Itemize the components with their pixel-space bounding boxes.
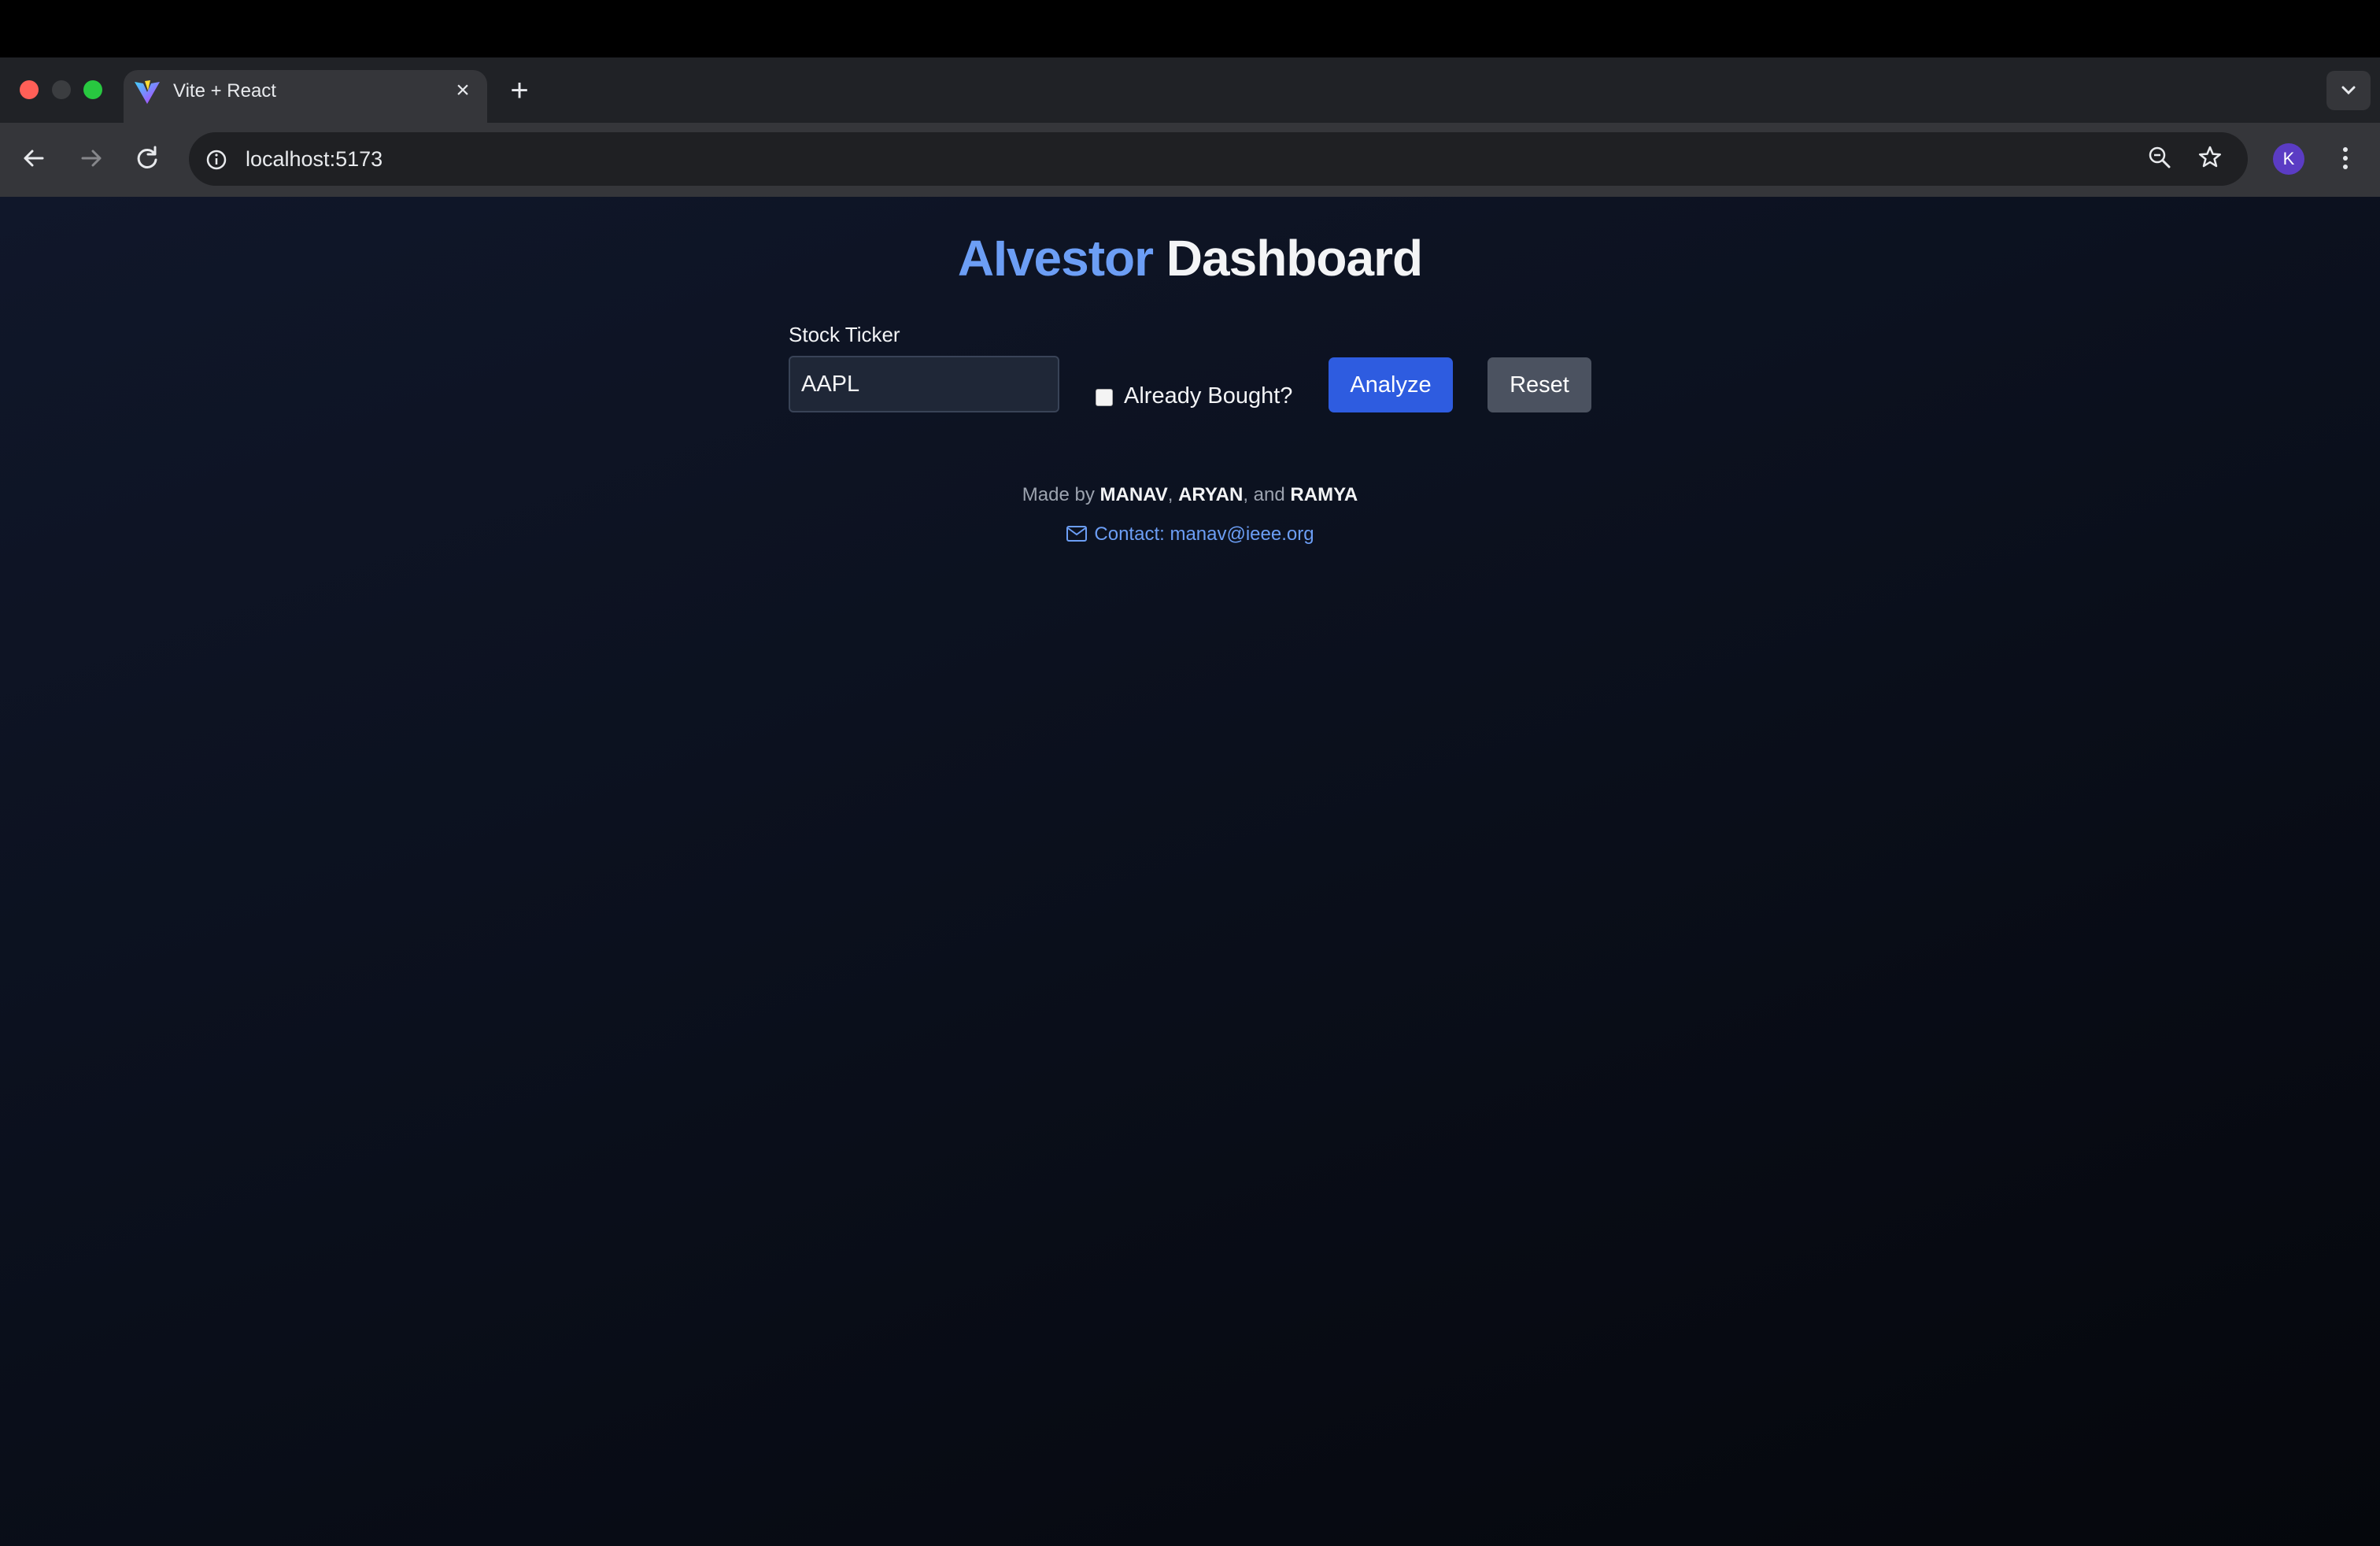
credit-name-ramya: RAMYA xyxy=(1290,484,1358,505)
zoom-out-icon[interactable] xyxy=(2144,142,2175,173)
credits-prefix: Made by xyxy=(1022,484,1095,505)
title-brand: AIvestor xyxy=(957,230,1154,287)
ticker-label: Stock Ticker xyxy=(789,323,900,346)
reset-button[interactable]: Reset xyxy=(1488,357,1591,412)
window-maximize-button[interactable] xyxy=(83,80,102,99)
credit-name-manav: MANAV xyxy=(1099,484,1168,505)
title-rest: Dashboard xyxy=(1166,230,1423,287)
credit-name-aryan: ARYAN xyxy=(1178,484,1244,505)
profile-avatar[interactable]: K xyxy=(2273,143,2304,175)
contact-text[interactable]: Contact: manav@ieee.org xyxy=(1094,523,1314,545)
url-text[interactable]: localhost:5173 xyxy=(246,145,382,173)
address-bar[interactable] xyxy=(189,132,2248,186)
credits-line: Made by MANAV, ARYAN, and RAMYA xyxy=(0,482,2380,509)
back-arrow-icon[interactable] xyxy=(16,140,52,176)
chevron-down-icon xyxy=(2341,86,2356,95)
tab-search-button[interactable] xyxy=(2326,71,2371,110)
analyze-button[interactable]: Analyze xyxy=(1329,357,1453,412)
kebab-menu-icon[interactable] xyxy=(2330,142,2361,175)
tab-title: Vite + React xyxy=(173,80,276,102)
credits-separator: , xyxy=(1167,484,1173,505)
forward-arrow-icon[interactable] xyxy=(73,140,109,176)
window-minimize-button[interactable] xyxy=(52,80,71,99)
already-bought-checkbox[interactable] xyxy=(1096,389,1113,406)
credits-separator: , and xyxy=(1243,484,1285,505)
reload-icon[interactable] xyxy=(129,140,165,176)
window-close-button[interactable] xyxy=(20,80,39,99)
vite-logo-icon xyxy=(135,80,160,104)
site-info-icon[interactable] xyxy=(201,145,231,175)
page-title: AIvestor Dashboard xyxy=(0,227,2380,290)
contact-link[interactable]: Contact: manav@ieee.org xyxy=(0,521,2380,548)
new-tab-icon[interactable]: + xyxy=(504,73,535,108)
ticker-input[interactable] xyxy=(789,356,1059,412)
tab-close-icon[interactable]: × xyxy=(450,76,475,105)
already-bought-label[interactable]: Already Bought? xyxy=(1124,381,1292,411)
bookmark-star-icon[interactable] xyxy=(2194,142,2226,173)
mail-icon xyxy=(1066,526,1088,542)
